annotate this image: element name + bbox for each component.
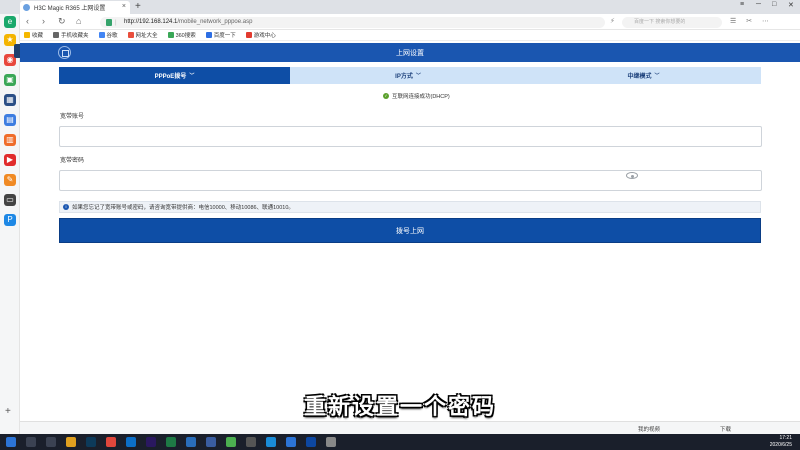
screen-icon[interactable]: ▭ [4, 194, 16, 206]
tool-icon[interactable] [306, 437, 316, 447]
bookmark-item[interactable]: 网址大全 [127, 31, 158, 39]
account-input[interactable] [59, 126, 762, 147]
tab-favicon-icon [23, 4, 30, 11]
account-label: 宽带账号 [60, 114, 85, 120]
reload-icon[interactable]: ↻ [58, 16, 66, 27]
browser-taskbar-icon[interactable] [226, 437, 236, 447]
search-placeholder: 百度一下 搜索你想要的 [634, 19, 686, 25]
bookmark-item[interactable]: 谷歌 [98, 31, 118, 39]
clock-date: 2020/6/25 [769, 442, 792, 448]
baidu-icon [205, 32, 212, 38]
page-title: 上网设置 [396, 50, 424, 57]
search-360-icon [167, 32, 174, 38]
search-input[interactable]: 百度一下 搜索你想要的 [622, 17, 722, 28]
wechat-icon[interactable]: ▣ [4, 74, 16, 86]
game-icon [245, 32, 252, 38]
app-icon[interactable] [206, 437, 216, 447]
new-tab-button[interactable]: + [135, 1, 141, 13]
secure-shield-icon [106, 19, 112, 26]
menu-icon[interactable]: ≡ [740, 1, 744, 8]
windows-taskbar: 17:21 2020/6/25 [0, 434, 800, 450]
notes-icon[interactable]: ▤ [4, 114, 16, 126]
connection-mode-tabs: PPPoE拨号 ﹀ IP方式 ﹀ 中继模式 ﹀ [59, 67, 761, 84]
close-window-icon[interactable]: ✕ [788, 1, 794, 9]
info-notice: i 如果您忘记了宽带账号或密码，请咨询宽带提供商：电信10000、移动10086… [59, 201, 761, 213]
chevron-down-icon: ﹀ [189, 73, 195, 79]
chevron-down-icon: ﹀ [654, 73, 660, 79]
url-field[interactable]: | http://192.168.124.1/mobile_network_pp… [100, 17, 605, 28]
tab-relay-mode[interactable]: 中继模式 ﹀ [526, 67, 761, 84]
bookmark-item[interactable]: 收藏 [24, 31, 43, 39]
system-clock[interactable]: 17:21 2020/6/25 [770, 435, 792, 449]
download-link[interactable]: 下载 [720, 425, 731, 433]
forward-icon[interactable]: › [42, 16, 45, 26]
grid-icon [127, 32, 134, 38]
chrome-icon[interactable] [106, 437, 116, 447]
browser-tab-strip: H3C Magic R365 上网设置 × + ≡ ─ □ ✕ [0, 0, 800, 14]
settings-icon[interactable] [266, 437, 276, 447]
word-icon[interactable] [186, 437, 196, 447]
browser-logo-icon[interactable]: e [4, 16, 16, 28]
browser-status-bar: 我的视频 下载 [20, 421, 800, 434]
record-icon[interactable] [246, 437, 256, 447]
shop-icon[interactable]: ▥ [4, 134, 16, 146]
tab-title: H3C Magic R365 上网设置 [34, 6, 106, 12]
misc-icon[interactable] [326, 437, 336, 447]
minimize-icon[interactable]: ─ [756, 1, 761, 8]
dial-connect-button[interactable]: 拨号上网 [59, 218, 761, 243]
audition-icon[interactable] [86, 437, 96, 447]
start-icon[interactable] [6, 437, 16, 447]
phone-icon [53, 32, 60, 38]
tab-close-icon[interactable]: × [122, 3, 126, 10]
browser-sidebar: e ★ ◉ ▣ ▦ ▤ ▥ ▶ ✎ ▭ P [0, 14, 20, 434]
video-subtitle: 重新设置一个密码 [303, 394, 496, 419]
bookmark-item[interactable]: 游戏中心 [245, 31, 276, 39]
doc-icon [98, 32, 105, 38]
url-host: http://192.168.124.1 [124, 19, 178, 25]
bookmark-item[interactable]: 百度一下 [205, 31, 236, 39]
extensions-icons[interactable]: ☰ ✂ ⋯ [730, 17, 773, 25]
video-icon[interactable]: ▶ [4, 154, 16, 166]
app-icon[interactable]: ▦ [4, 94, 16, 106]
premiere-icon[interactable] [146, 437, 156, 447]
tab-pppoe[interactable]: PPPoE拨号 ﹀ [59, 67, 290, 84]
browser-tab[interactable]: H3C Magic R365 上网设置 × [20, 1, 130, 14]
back-icon[interactable]: ‹ [26, 16, 29, 26]
address-bar-row: ‹ › ↻ ⌂ | http://192.168.124.1/mobile_ne… [20, 14, 800, 30]
tools-icon[interactable]: ✎ [4, 174, 16, 186]
photoshop-icon[interactable] [126, 437, 136, 447]
star-icon [24, 32, 30, 38]
password-label: 宽带密码 [60, 158, 85, 164]
pay-icon[interactable]: P [4, 214, 16, 226]
bookmark-item[interactable]: 手机收藏夹 [53, 31, 89, 39]
maximize-icon[interactable]: □ [772, 1, 776, 8]
auto-detect-label: 互联网连接成功(DHCP) [392, 94, 450, 100]
window-icon[interactable] [286, 437, 296, 447]
clock-time: 17:21 [779, 435, 792, 441]
url-path: /mobile_network_pppoe.asp [177, 19, 253, 25]
search-icon[interactable] [26, 437, 36, 447]
bookmarks-bar: 收藏 手机收藏夹 谷歌 网址大全 360搜索 百度一下 游戏中心 [20, 30, 800, 41]
chevron-down-icon: ﹀ [415, 73, 421, 79]
bookmark-item[interactable]: 360搜索 [167, 31, 196, 39]
home-nav-icon[interactable]: ⌂ [76, 16, 81, 26]
tab-ip-mode[interactable]: IP方式 ﹀ [290, 67, 526, 84]
file-explorer-icon[interactable] [66, 437, 76, 447]
check-circle-icon: ✓ [383, 93, 389, 99]
password-input[interactable] [59, 170, 762, 191]
eye-icon[interactable] [626, 172, 638, 179]
my-video-link[interactable]: 我的视频 [638, 425, 660, 433]
auto-detect-status: ✓ 互联网连接成功(DHCP) [383, 92, 450, 100]
info-icon: i [63, 204, 69, 210]
task-view-icon[interactable] [46, 437, 56, 447]
excel-icon[interactable] [166, 437, 176, 447]
info-text: 如果您忘记了宽带账号或密码，请咨询宽带提供商：电信10000、移动10086、联… [72, 205, 294, 211]
url-separator: | [115, 20, 117, 26]
page-header: 上网设置 [20, 43, 800, 62]
lightning-icon[interactable]: ⚡ [610, 17, 615, 25]
